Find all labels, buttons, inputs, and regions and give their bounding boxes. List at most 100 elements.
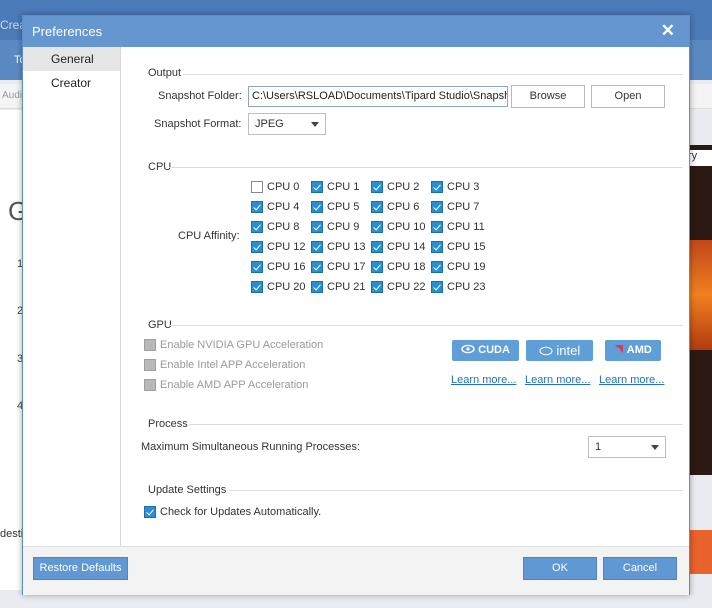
snapshot-format-select[interactable]: JPEG bbox=[248, 113, 326, 135]
open-button[interactable]: Open bbox=[591, 85, 665, 108]
section-divider bbox=[229, 490, 683, 491]
close-icon[interactable]: ✕ bbox=[661, 21, 675, 41]
dialog-footer: Restore Defaults OK Cancel bbox=[23, 546, 689, 595]
checkbox-box bbox=[431, 281, 443, 293]
preferences-sidebar: General Creator bbox=[23, 47, 121, 546]
dialog-titlebar: Preferences ✕ bbox=[23, 16, 689, 47]
background-destination-label: desti bbox=[0, 528, 24, 540]
sidebar-item-general[interactable]: General bbox=[23, 47, 120, 71]
intel-logo-text: intel bbox=[556, 343, 581, 358]
checkbox-box bbox=[251, 221, 263, 233]
nvidia-cuda-logo: CUDA bbox=[452, 340, 519, 361]
cpu-label: CPU 20 bbox=[267, 281, 306, 293]
checkbox-box bbox=[371, 181, 383, 193]
intel-swoosh-icon bbox=[539, 346, 553, 356]
cpu-label: CPU 2 bbox=[387, 181, 420, 193]
cpu-label: CPU 3 bbox=[447, 181, 480, 193]
intel-acceleration-label: Enable Intel APP Acceleration bbox=[160, 359, 306, 371]
section-divider bbox=[189, 424, 683, 425]
checkbox-box bbox=[371, 281, 383, 293]
preferences-content: Output Snapshot Folder: C:\Users\RSLOAD\… bbox=[121, 47, 689, 546]
amd-acceleration-label: Enable AMD APP Acceleration bbox=[160, 379, 309, 391]
check-updates-label: Check for Updates Automatically. bbox=[160, 506, 322, 518]
checkbox-box bbox=[371, 201, 383, 213]
checkbox-box bbox=[251, 281, 263, 293]
snapshot-folder-label: Snapshot Folder: bbox=[158, 90, 242, 102]
chevron-down-icon bbox=[311, 122, 319, 127]
checkbox-box bbox=[311, 201, 323, 213]
sidebar-item-creator[interactable]: Creator bbox=[23, 71, 120, 95]
max-processes-value: 1 bbox=[595, 441, 602, 453]
cpu-label: CPU 6 bbox=[387, 201, 420, 213]
background-orange-button bbox=[688, 530, 712, 574]
max-processes-label: Maximum Simultaneous Running Processes: bbox=[141, 441, 360, 453]
checkbox-box bbox=[311, 181, 323, 193]
cpu-label: CPU 1 bbox=[327, 181, 360, 193]
checkbox-box bbox=[311, 241, 323, 253]
checkbox-box bbox=[431, 241, 443, 253]
learn-more-nvidia-link[interactable]: Learn more... bbox=[451, 374, 516, 386]
section-title-cpu: CPU bbox=[148, 161, 172, 173]
checkbox-box bbox=[144, 379, 156, 391]
nvidia-acceleration-label: Enable NVIDIA GPU Acceleration bbox=[160, 339, 324, 351]
max-processes-select[interactable]: 1 bbox=[588, 436, 666, 458]
cpu-label: CPU 13 bbox=[327, 241, 366, 253]
nvidia-eye-icon bbox=[461, 344, 475, 354]
cpu-label: CPU 16 bbox=[267, 261, 306, 273]
checkbox-box bbox=[311, 281, 323, 293]
cpu-label: CPU 21 bbox=[327, 281, 366, 293]
cpu-label: CPU 10 bbox=[387, 221, 426, 233]
cpu-label: CPU 11 bbox=[447, 221, 485, 233]
cpu-label: CPU 18 bbox=[387, 261, 426, 273]
ok-button[interactable]: OK bbox=[523, 557, 597, 580]
amd-logo-text: AMD bbox=[626, 344, 652, 356]
checkbox-box bbox=[144, 359, 156, 371]
section-title-process: Process bbox=[148, 418, 188, 430]
cpu-label: CPU 12 bbox=[267, 241, 306, 253]
cpu-label: CPU 17 bbox=[327, 261, 366, 273]
checkbox-box bbox=[144, 506, 156, 518]
cancel-button[interactable]: Cancel bbox=[603, 557, 677, 580]
learn-more-intel-link[interactable]: Learn more... bbox=[525, 374, 590, 386]
section-divider bbox=[169, 167, 683, 168]
cpu-affinity-label: CPU Affinity: bbox=[178, 230, 240, 242]
checkbox-box bbox=[371, 261, 383, 273]
cpu-label: CPU 15 bbox=[447, 241, 486, 253]
section-divider bbox=[183, 74, 683, 75]
checkbox-box bbox=[431, 221, 443, 233]
checkbox-box bbox=[431, 261, 443, 273]
amd-logo: AMD bbox=[605, 340, 661, 361]
background-preview-glow bbox=[688, 240, 712, 350]
cpu-label: CPU 8 bbox=[267, 221, 300, 233]
checkbox-box bbox=[251, 261, 263, 273]
section-title-update-settings: Update Settings bbox=[148, 484, 227, 496]
background-right-label: ry bbox=[688, 150, 712, 166]
cpu-label: CPU 5 bbox=[327, 201, 360, 213]
cuda-logo-text: CUDA bbox=[478, 344, 510, 356]
cpu-label: CPU 22 bbox=[387, 281, 426, 293]
dialog-title: Preferences bbox=[32, 24, 103, 39]
snapshot-format-value: JPEG bbox=[255, 118, 284, 130]
checkbox-box bbox=[311, 261, 323, 273]
checkbox-box bbox=[251, 201, 263, 213]
browse-button[interactable]: Browse bbox=[511, 85, 585, 108]
snapshot-folder-input[interactable]: C:\Users\RSLOAD\Documents\Tipard Studio\… bbox=[248, 86, 508, 107]
cpu-label: CPU 23 bbox=[447, 281, 486, 293]
checkbox-box bbox=[311, 221, 323, 233]
preferences-dialog: Preferences ✕ General Creator Output Sna… bbox=[22, 15, 690, 595]
section-divider bbox=[169, 325, 683, 326]
cpu-label: CPU 9 bbox=[327, 221, 360, 233]
restore-defaults-button[interactable]: Restore Defaults bbox=[33, 557, 128, 580]
checkbox-box bbox=[371, 241, 383, 253]
cpu-label: CPU 14 bbox=[387, 241, 426, 253]
amd-arrow-icon bbox=[615, 345, 624, 353]
section-title-output: Output bbox=[148, 67, 182, 79]
checkbox-box bbox=[251, 241, 263, 253]
checkbox-box bbox=[371, 221, 383, 233]
checkbox-box bbox=[144, 339, 156, 351]
cpu-label: CPU 19 bbox=[447, 261, 486, 273]
cpu-label: CPU 0 bbox=[267, 181, 300, 193]
cpu-label: CPU 4 bbox=[267, 201, 300, 213]
cpu-label: CPU 7 bbox=[447, 201, 480, 213]
learn-more-amd-link[interactable]: Learn more... bbox=[599, 374, 664, 386]
